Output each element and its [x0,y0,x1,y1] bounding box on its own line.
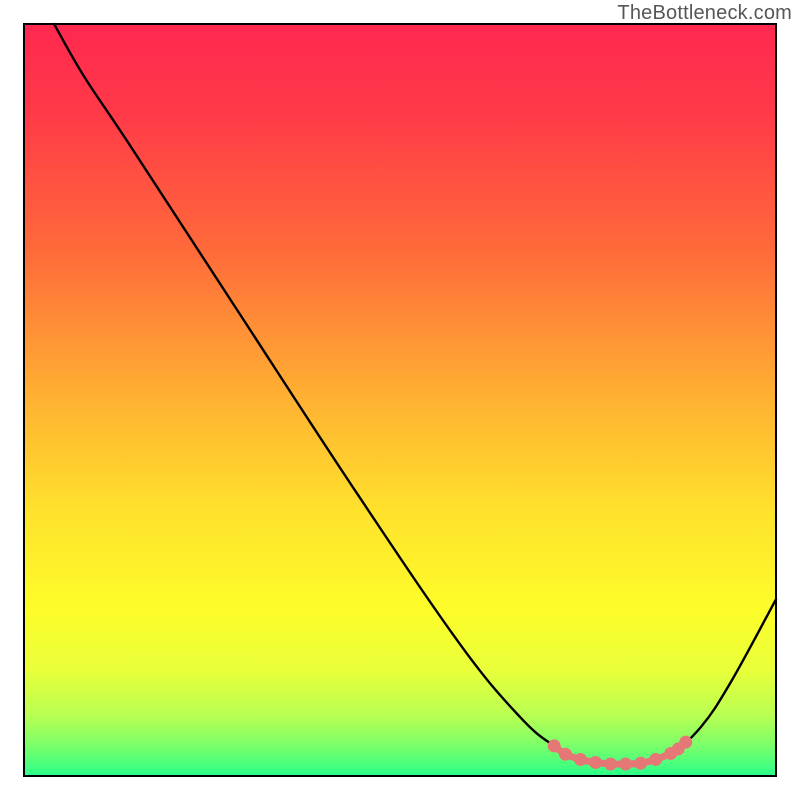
sweet-spot-dot [589,756,602,769]
sweet-spot-dot [548,739,561,752]
attribution-text: TheBottleneck.com [617,2,792,25]
sweet-spot-dot [679,736,692,749]
sweet-spot-dot [559,748,572,761]
bottleneck-chart [0,0,800,800]
plot-background [24,24,776,776]
sweet-spot-dot [649,753,662,766]
sweet-spot-dot [634,757,647,770]
sweet-spot-dot [574,753,587,766]
sweet-spot-dot [604,757,617,770]
chart-container: { "attribution": "TheBottleneck.com", "c… [0,0,800,800]
sweet-spot-dot [619,757,632,770]
